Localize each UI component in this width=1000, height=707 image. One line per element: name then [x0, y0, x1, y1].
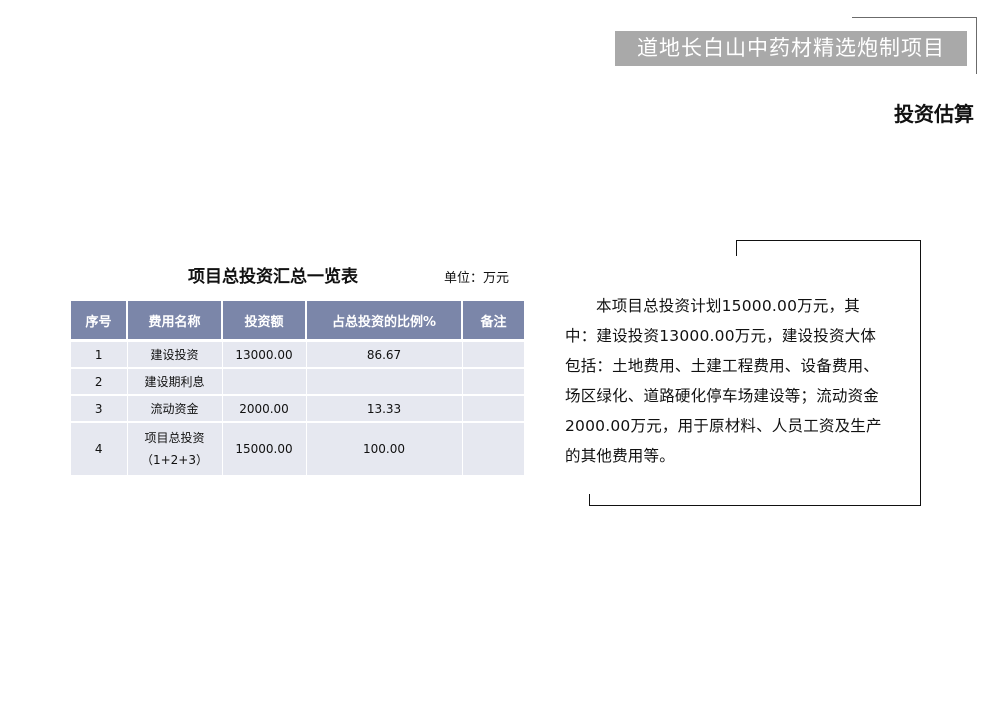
table-header-row: 序号 费用名称 投资额 占总投资的比例% 备注 [71, 301, 524, 341]
cell-no: 4 [71, 422, 128, 477]
cell-amount: 2000.00 [222, 395, 307, 423]
cell-name: 建设投资 [127, 339, 223, 369]
table-row: 2 建设期利息 [71, 368, 524, 396]
section-title: 投资估算 [894, 102, 974, 126]
cell-name-line1: 项目总投资 [144, 431, 205, 445]
cell-note [462, 339, 524, 369]
column-header: 备注 [462, 301, 524, 341]
cell-name: 流动资金 [127, 395, 223, 423]
column-header: 费用名称 [127, 301, 223, 341]
cell-note [462, 368, 524, 396]
table-row: 4 项目总投资 （1+2+3） 15000.00 100.00 [71, 422, 524, 477]
cell-no: 3 [71, 395, 128, 423]
cell-no: 1 [71, 339, 128, 369]
cell-name: 建设期利息 [127, 368, 223, 396]
cell-note [462, 395, 524, 423]
column-header: 序号 [71, 301, 128, 341]
investment-description: 本项目总投资计划15000.00万元，其中：建设投资13000.00万元，建设投… [565, 297, 882, 465]
investment-summary-table: 序号 费用名称 投资额 占总投资的比例% 备注 1 建设投资 13000.00 … [71, 301, 524, 477]
cell-ratio: 13.33 [306, 395, 463, 423]
cell-name: 项目总投资 （1+2+3） [127, 422, 223, 477]
cell-amount: 15000.00 [222, 422, 307, 477]
cell-note [462, 422, 524, 477]
frame-bottom-line [589, 505, 921, 506]
cell-ratio [306, 368, 463, 396]
cell-amount: 13000.00 [222, 339, 307, 369]
table-title: 项目总投资汇总一览表 [188, 267, 358, 287]
project-title-banner: 道地长白山中药材精选炮制项目 [615, 31, 967, 66]
frame-top-line [736, 240, 921, 241]
frame-right-line [920, 240, 921, 506]
table-unit: 单位：万元 [444, 271, 510, 286]
cell-ratio: 86.67 [306, 339, 463, 369]
column-header: 投资额 [222, 301, 307, 341]
table-row: 1 建设投资 13000.00 86.67 [71, 339, 524, 369]
frame-top-tick [736, 240, 737, 256]
frame-bottom-tick [589, 494, 590, 506]
table-row: 3 流动资金 2000.00 13.33 [71, 395, 524, 423]
cell-amount [222, 368, 307, 396]
column-header: 占总投资的比例% [306, 301, 463, 341]
cell-ratio: 100.00 [306, 422, 463, 477]
cell-no: 2 [71, 368, 128, 396]
cell-name-line2: （1+2+3） [140, 453, 208, 467]
